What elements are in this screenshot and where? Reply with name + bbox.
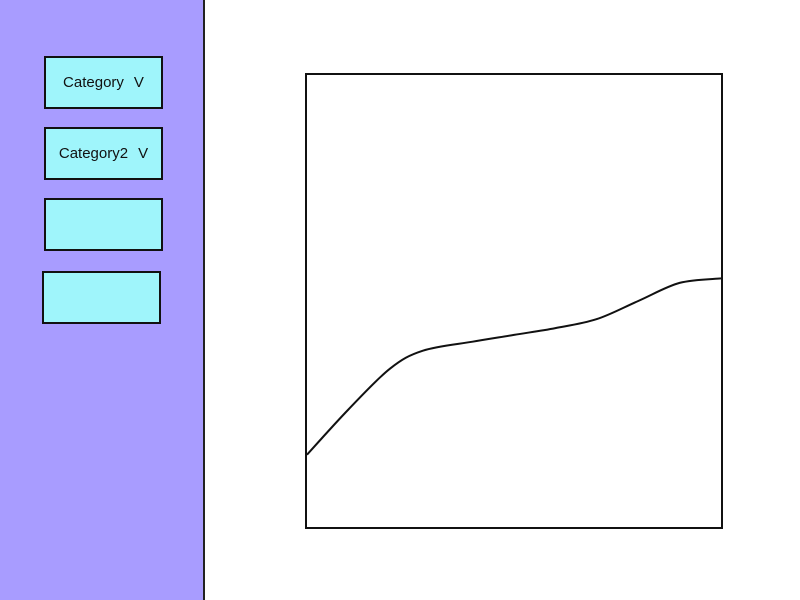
category-dropdown[interactable]: Category V (44, 56, 163, 109)
empty-control-1[interactable] (44, 198, 163, 251)
series-line-0 (307, 277, 721, 456)
empty-control-2[interactable] (42, 271, 161, 324)
chart-panel (305, 73, 723, 529)
sidebar-panel: Category V Category2 V (0, 0, 205, 600)
category2-dropdown[interactable]: Category2 V (44, 127, 163, 180)
chevron-down-icon: V (133, 74, 144, 91)
line-chart (307, 277, 721, 456)
category-dropdown-label: Category (63, 74, 124, 91)
category2-dropdown-label: Category2 (58, 145, 129, 162)
chevron-down-icon: V (138, 145, 149, 162)
